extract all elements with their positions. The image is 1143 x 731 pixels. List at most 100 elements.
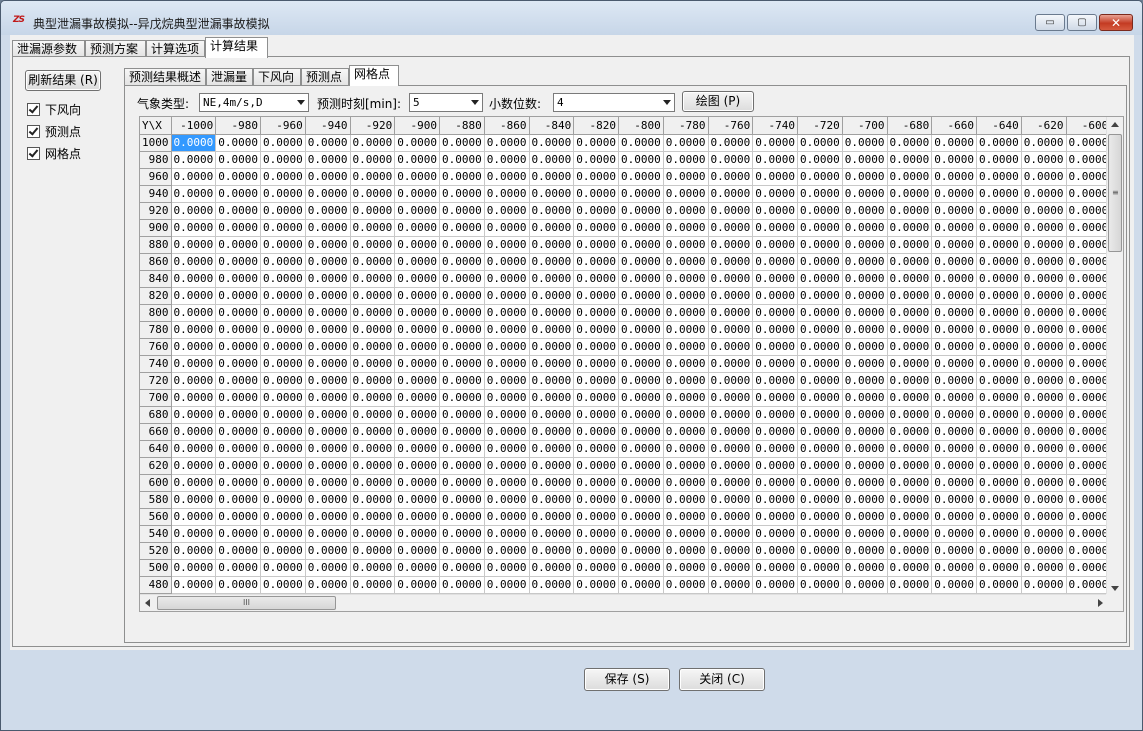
grid-column-header[interactable]: -860 [484, 117, 530, 135]
grid-cell[interactable]: 0.0000 [394, 321, 440, 339]
grid-cell[interactable]: 0.0000 [708, 287, 754, 305]
grid-cell[interactable]: 0.0000 [797, 270, 843, 288]
grid-cell[interactable]: 0.0000 [887, 491, 933, 509]
grid-cell[interactable]: 0.0000 [976, 576, 1022, 594]
grid-row-header[interactable]: 520 [140, 542, 172, 560]
grid-cell[interactable]: 0.0000 [663, 321, 709, 339]
grid-cell[interactable]: 0.0000 [931, 168, 977, 186]
grid-cell[interactable]: 0.0000 [573, 576, 619, 594]
grid-cell[interactable]: 0.0000 [931, 423, 977, 441]
grid-cell[interactable]: 0.0000 [171, 321, 217, 339]
grid-cell[interactable]: 0.0000 [394, 457, 440, 475]
minimize-button[interactable]: ▭ [1035, 14, 1065, 31]
grid-column-header[interactable]: -660 [931, 117, 977, 135]
grid-cell[interactable]: 0.0000 [260, 355, 306, 373]
grid-cell[interactable]: 0.0000 [394, 406, 440, 424]
grid-cell[interactable]: 0.0000 [976, 168, 1022, 186]
grid-cell[interactable]: 0.0000 [708, 202, 754, 220]
grid-cell[interactable]: 0.0000 [394, 202, 440, 220]
grid-cell[interactable]: 0.0000 [887, 559, 933, 577]
grid-cell[interactable]: 0.0000 [931, 185, 977, 203]
grid-cell[interactable]: 0.0000 [573, 219, 619, 237]
grid-cell[interactable]: 0.0000 [663, 559, 709, 577]
grid-cell[interactable]: 0.0000 [394, 542, 440, 560]
grid-cell[interactable]: 0.0000 [171, 440, 217, 458]
grid-cell[interactable]: 0.0000 [663, 134, 709, 152]
grid-cell[interactable]: 0.0000 [887, 355, 933, 373]
grid-cell[interactable]: 0.0000 [708, 304, 754, 322]
grid-cell[interactable]: 0.0000 [708, 576, 754, 594]
grid-cell[interactable]: 0.0000 [976, 270, 1022, 288]
grid-cell[interactable]: 0.0000 [350, 406, 396, 424]
grid-cell[interactable]: 0.0000 [573, 406, 619, 424]
grid-cell[interactable]: 0.0000 [708, 219, 754, 237]
grid-cell[interactable]: 0.0000 [350, 321, 396, 339]
grid-column-header[interactable]: -620 [1021, 117, 1067, 135]
grid-cell[interactable]: 0.0000 [573, 338, 619, 356]
grid-cell[interactable]: 0.0000 [618, 338, 664, 356]
grid-cell[interactable]: 0.0000 [1066, 338, 1108, 356]
grid-cell[interactable]: 0.0000 [573, 168, 619, 186]
grid-column-header[interactable]: -700 [842, 117, 888, 135]
grid-cell[interactable]: 0.0000 [439, 287, 485, 305]
grid-cell[interactable]: 0.0000 [350, 457, 396, 475]
grid-cell[interactable]: 0.0000 [618, 559, 664, 577]
grid-column-header[interactable]: -880 [439, 117, 485, 135]
grid-cell[interactable]: 0.0000 [797, 372, 843, 390]
grid-cell[interactable]: 0.0000 [260, 236, 306, 254]
grid-cell[interactable]: 0.0000 [752, 270, 798, 288]
grid-cell[interactable]: 0.0000 [618, 576, 664, 594]
grid-cell[interactable]: 0.0000 [394, 287, 440, 305]
grid-cell[interactable]: 0.0000 [708, 474, 754, 492]
grid-cell[interactable]: 0.0000 [171, 559, 217, 577]
grid-cell[interactable]: 0.0000 [484, 270, 530, 288]
grid-cell[interactable]: 0.0000 [708, 423, 754, 441]
grid-row-header[interactable]: 840 [140, 270, 172, 288]
grid-cell[interactable]: 0.0000 [529, 525, 575, 543]
grid-column-header[interactable]: -900 [394, 117, 440, 135]
grid-cell[interactable]: 0.0000 [1021, 287, 1067, 305]
grid-cell[interactable]: 0.0000 [215, 134, 261, 152]
grid-cell[interactable]: 0.0000 [439, 270, 485, 288]
grid-cell[interactable]: 0.0000 [573, 389, 619, 407]
checkbox-checked-icon[interactable] [27, 103, 40, 116]
grid-cell[interactable]: 0.0000 [663, 491, 709, 509]
grid-row-header[interactable]: 540 [140, 525, 172, 543]
grid-cell[interactable]: 0.0000 [439, 423, 485, 441]
grid-cell[interactable]: 0.0000 [618, 168, 664, 186]
vertical-scrollbar[interactable]: ≡ [1106, 117, 1123, 596]
grid-column-header[interactable]: -940 [305, 117, 351, 135]
grid-cell[interactable]: 0.0000 [260, 338, 306, 356]
grid-cell[interactable]: 0.0000 [215, 355, 261, 373]
grid-cell[interactable]: 0.0000 [394, 304, 440, 322]
grid-cell[interactable]: 0.0000 [350, 474, 396, 492]
grid-row-header[interactable]: 920 [140, 202, 172, 220]
grid-cell[interactable]: 0.0000 [305, 151, 351, 169]
grid-cell[interactable]: 0.0000 [484, 508, 530, 526]
grid-cell[interactable]: 0.0000 [1066, 406, 1108, 424]
grid-cell[interactable]: 0.0000 [708, 253, 754, 271]
grid-cell[interactable]: 0.0000 [663, 185, 709, 203]
grid-cell[interactable]: 0.0000 [931, 219, 977, 237]
grid-cell[interactable]: 0.0000 [842, 253, 888, 271]
grid-cell[interactable]: 0.0000 [484, 338, 530, 356]
grid-cell[interactable]: 0.0000 [931, 525, 977, 543]
grid-cell[interactable]: 0.0000 [752, 372, 798, 390]
grid-cell[interactable]: 0.0000 [305, 474, 351, 492]
grid-cell[interactable]: 0.0000 [797, 440, 843, 458]
grid-cell[interactable]: 0.0000 [708, 389, 754, 407]
grid-cell[interactable]: 0.0000 [1021, 576, 1067, 594]
grid-cell[interactable]: 0.0000 [842, 440, 888, 458]
checkbox-checked-icon[interactable] [27, 125, 40, 138]
grid-cell[interactable]: 0.0000 [394, 151, 440, 169]
grid-column-header[interactable]: -1000 [171, 117, 217, 135]
grid-row-header[interactable]: 960 [140, 168, 172, 186]
grid-cell[interactable]: 0.0000 [573, 236, 619, 254]
grid-cell[interactable]: 0.0000 [484, 253, 530, 271]
grid-cell[interactable]: 0.0000 [842, 559, 888, 577]
grid-cell[interactable]: 0.0000 [171, 270, 217, 288]
grid-cell[interactable]: 0.0000 [529, 440, 575, 458]
grid-cell[interactable]: 0.0000 [752, 423, 798, 441]
grid-cell[interactable]: 0.0000 [260, 525, 306, 543]
grid-cell[interactable]: 0.0000 [797, 576, 843, 594]
